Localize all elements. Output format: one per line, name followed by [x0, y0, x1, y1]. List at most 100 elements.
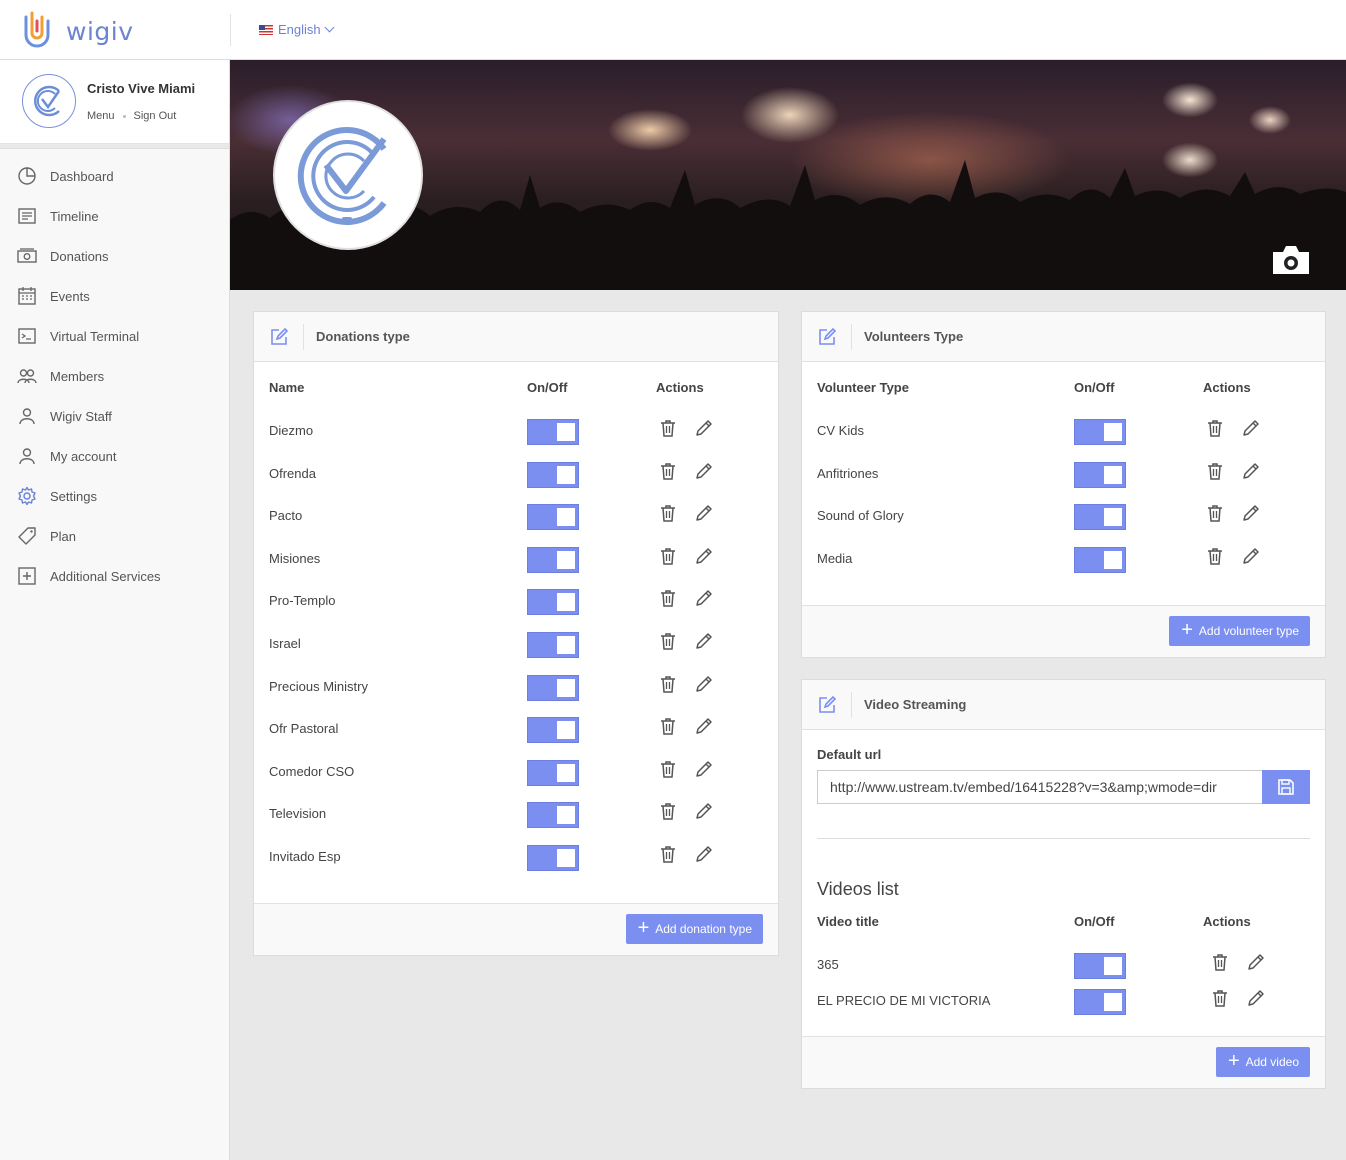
save-icon [1278, 779, 1294, 795]
on-off-toggle[interactable] [527, 461, 579, 488]
delete-icon[interactable] [658, 503, 678, 523]
pencil-edit-icon[interactable] [1241, 418, 1261, 438]
on-off-toggle[interactable] [527, 717, 579, 744]
delete-icon[interactable] [658, 546, 678, 566]
chevron-down-icon [324, 22, 335, 33]
default-url-input[interactable] [817, 770, 1263, 804]
pencil-edit-icon[interactable] [694, 546, 714, 566]
sidebar-item-label: Donations [50, 248, 109, 264]
signout-link[interactable]: Sign Out [134, 110, 177, 122]
on-off-toggle[interactable] [527, 546, 579, 573]
sidebar-item-donations[interactable]: Donations [0, 236, 229, 276]
add-video-label: Add video [1245, 1055, 1299, 1069]
pencil-edit-icon[interactable] [694, 759, 714, 779]
on-off-toggle[interactable] [527, 589, 579, 616]
pencil-edit-icon[interactable] [1246, 952, 1266, 972]
wigiv-logo[interactable]: wigiv [20, 10, 180, 52]
col-onoff-header: On/Off [1074, 914, 1115, 929]
delete-icon[interactable] [1205, 461, 1225, 481]
org-cover-logo[interactable] [273, 100, 423, 250]
col-onoff-header: On/Off [1074, 380, 1115, 395]
profile-panel: Cristo Vive Miami Menu Sign Out [0, 60, 229, 144]
on-off-toggle[interactable] [1074, 419, 1126, 445]
row-name: Pro-Templo [269, 593, 336, 609]
delete-icon[interactable] [658, 801, 678, 821]
on-off-toggle[interactable] [1074, 953, 1126, 979]
edit-icon[interactable] [254, 323, 304, 350]
add-volunteer-type-button[interactable]: + Add volunteer type [1169, 616, 1310, 646]
sidebar-item-label: Plan [50, 528, 77, 544]
edit-icon[interactable] [802, 323, 852, 350]
us-flag-icon [259, 24, 273, 35]
delete-icon[interactable] [1210, 988, 1230, 1008]
delete-icon[interactable] [1210, 952, 1230, 972]
on-off-toggle[interactable] [527, 845, 579, 871]
delete-icon[interactable] [658, 844, 678, 864]
on-off-toggle[interactable] [527, 759, 579, 786]
add-video-button[interactable]: + Add video [1215, 1047, 1310, 1077]
sidebar-item-dashboard[interactable]: Dashboard [0, 156, 229, 196]
volunteers-type-card: Volunteers Type Volunteer Type On/Off Ac… [801, 311, 1326, 658]
default-url-label: Default url [817, 747, 882, 762]
delete-icon[interactable] [658, 461, 678, 481]
sidebar-item-virtual-terminal[interactable]: Virtual Terminal [0, 316, 229, 356]
delete-icon[interactable] [1205, 418, 1225, 438]
delete-icon[interactable] [658, 588, 678, 608]
sidebar-item-events[interactable]: Events [0, 276, 229, 316]
on-off-toggle[interactable] [527, 632, 579, 658]
language-selector[interactable]: English [259, 22, 335, 37]
sidebar-item-settings[interactable]: Settings [0, 476, 229, 516]
pencil-edit-icon[interactable] [694, 631, 714, 651]
delete-icon[interactable] [1205, 546, 1225, 566]
sidebar-item-timeline[interactable]: Timeline [0, 196, 229, 236]
sidebar-item-additional-services[interactable]: Additional Services [0, 556, 229, 596]
on-off-toggle[interactable] [1074, 461, 1126, 488]
delete-icon[interactable] [658, 418, 678, 438]
on-off-toggle[interactable] [1074, 546, 1126, 573]
user-icon [16, 405, 38, 427]
pencil-edit-icon[interactable] [694, 844, 714, 864]
delete-icon[interactable] [658, 674, 678, 694]
top-header: wigiv English [0, 0, 1346, 60]
on-off-toggle[interactable] [1074, 988, 1126, 1015]
pencil-edit-icon[interactable] [694, 674, 714, 694]
sidebar-item-plan[interactable]: Plan [0, 516, 229, 556]
calendar-icon [16, 285, 38, 307]
change-cover-button[interactable] [1270, 243, 1312, 277]
menu-link[interactable]: Menu [87, 110, 115, 122]
org-avatar[interactable] [22, 74, 76, 128]
save-url-button[interactable] [1262, 770, 1310, 804]
pencil-edit-icon[interactable] [694, 801, 714, 821]
delete-icon[interactable] [658, 759, 678, 779]
pencil-edit-icon[interactable] [1241, 546, 1261, 566]
sidebar-item-label: Timeline [50, 208, 99, 224]
on-off-toggle[interactable] [1074, 504, 1126, 531]
on-off-toggle[interactable] [527, 674, 579, 701]
pencil-edit-icon[interactable] [694, 588, 714, 608]
org-name: Cristo Vive Miami [87, 81, 196, 96]
pencil-edit-icon[interactable] [1241, 461, 1261, 481]
edit-icon[interactable] [802, 691, 852, 718]
sidebar-item-label: My account [50, 448, 117, 464]
sidebar-item-label: Virtual Terminal [50, 328, 140, 344]
row-name: Misiones [269, 550, 321, 566]
sidebar-item-members[interactable]: Members [0, 356, 229, 396]
col-name-header: Volunteer Type [817, 380, 909, 395]
sidebar-item-wigiv-staff[interactable]: Wigiv Staff [0, 396, 229, 436]
pencil-edit-icon[interactable] [694, 503, 714, 523]
on-off-toggle[interactable] [527, 504, 579, 531]
add-donation-type-button[interactable]: + Add donation type [625, 914, 763, 944]
delete-icon[interactable] [658, 716, 678, 736]
pencil-edit-icon[interactable] [1241, 503, 1261, 523]
streaming-card-header: Video Streaming [802, 680, 1325, 730]
pencil-edit-icon[interactable] [1246, 988, 1266, 1008]
delete-icon[interactable] [658, 631, 678, 651]
pencil-edit-icon[interactable] [694, 461, 714, 481]
delete-icon[interactable] [1205, 503, 1225, 523]
on-off-toggle[interactable] [527, 419, 579, 445]
on-off-toggle[interactable] [527, 802, 579, 829]
pencil-edit-icon[interactable] [694, 716, 714, 736]
sidebar-item-my-account[interactable]: My account [0, 436, 229, 476]
pencil-edit-icon[interactable] [694, 418, 714, 438]
row-name: Television [269, 806, 327, 822]
